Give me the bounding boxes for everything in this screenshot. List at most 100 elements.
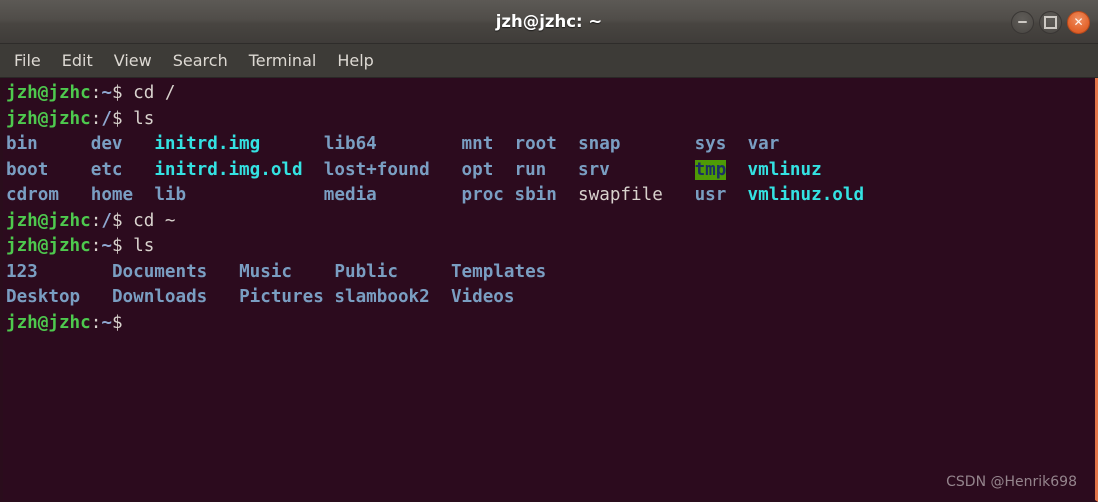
ls-entry: swapfile <box>578 185 663 205</box>
column-gap <box>377 185 462 205</box>
ls-entry: cdrom <box>6 185 59 205</box>
watermark: CSDN @Henrik698 <box>946 474 1077 490</box>
window-title: jzh@jzhc: ~ <box>495 12 603 31</box>
column-gap <box>610 160 695 180</box>
ls-entry: Public <box>334 261 398 282</box>
ls-entry: proc <box>461 185 504 205</box>
column-gap <box>430 287 451 307</box>
terminal-window: jzh@jzhc: ~ ✕ File Edit View Search Term… <box>0 0 1098 502</box>
maximize-icon <box>1040 12 1061 33</box>
prompt-user-host: jzh@jzhc <box>6 210 91 231</box>
terminal-prompt-line: jzh@jzhc:~$ ls <box>6 234 864 260</box>
ls-entry: run <box>514 159 547 180</box>
prompt-symbol: $ <box>111 236 123 256</box>
prompt-user-host: jzh@jzhc <box>6 83 91 103</box>
terminal-output-line: 123 Documents Music Public Templates <box>6 260 864 286</box>
menu-item-file[interactable]: File <box>14 44 41 78</box>
prompt-separator: : <box>90 236 102 256</box>
column-gap <box>59 185 91 205</box>
ls-entry: root <box>514 134 557 154</box>
prompt-cwd: / <box>101 210 112 231</box>
terminal-prompt-line: jzh@jzhc:~$ <box>6 311 864 337</box>
ls-entry: var <box>747 134 780 154</box>
column-gap <box>726 134 747 154</box>
terminal-body[interactable]: jzh@jzhc:~$ cd / jzh@jzhc:/$ ls bin dev in… <box>0 78 1098 502</box>
ls-entry: Desktop <box>6 287 81 307</box>
ls-entry: Documents <box>111 261 208 282</box>
terminal-prompt-line: jzh@jzhc:~$ cd / <box>6 81 864 107</box>
ls-entry: usr <box>694 185 727 205</box>
prompt-cwd: / <box>101 108 112 129</box>
column-gap <box>207 287 239 307</box>
prompt-symbol: $ <box>111 312 123 333</box>
ls-entry: tmp <box>694 159 727 180</box>
column-gap <box>493 160 514 180</box>
title-bar[interactable]: jzh@jzhc: ~ ✕ <box>0 0 1098 44</box>
ls-entry: bin <box>6 134 38 154</box>
ls-entry: Downloads <box>111 287 208 307</box>
column-gap <box>38 134 91 154</box>
terminal-output-line: bin dev initrd.img lib64 mnt root snap s… <box>6 132 864 158</box>
terminal-prompt-line: jzh@jzhc:/$ cd ~ <box>6 209 864 235</box>
terminal-output-line: Desktop Downloads Pictures slambook2 Vid… <box>6 285 864 311</box>
ls-entry: initrd.img.old <box>154 159 303 180</box>
ls-entry: slambook2 <box>334 287 430 307</box>
minimize-icon <box>1012 12 1033 33</box>
column-gap <box>260 134 324 154</box>
prompt-user-host: jzh@jzhc <box>6 236 91 256</box>
close-button[interactable]: ✕ <box>1067 10 1090 34</box>
ls-entry: home <box>90 185 134 205</box>
ls-entry: Videos <box>450 287 515 307</box>
column-gap <box>48 160 90 180</box>
prompt-cwd: ~ <box>101 312 112 333</box>
column-gap <box>726 185 747 205</box>
prompt-symbol: $ <box>111 210 123 231</box>
terminal-output-line: cdrom home lib media proc sbin swapfile … <box>6 183 864 209</box>
ls-entry: mnt <box>461 134 494 154</box>
column-gap <box>430 160 462 180</box>
ls-entry: lost+found <box>323 159 430 180</box>
minimize-button[interactable] <box>1011 10 1034 34</box>
column-gap <box>123 134 155 154</box>
terminal-command: cd ~ <box>122 210 176 231</box>
column-gap <box>726 160 747 180</box>
column-gap <box>123 160 155 180</box>
ls-entry: Music <box>239 261 293 282</box>
menu-item-search[interactable]: Search <box>173 44 228 78</box>
ls-entry: dev <box>90 134 123 154</box>
close-icon: ✕ <box>1073 15 1084 29</box>
column-gap <box>80 287 112 307</box>
terminal-screen: jzh@jzhc:~$ cd / jzh@jzhc:/$ ls bin dev in… <box>6 81 864 336</box>
ls-entry: sys <box>694 134 727 154</box>
ls-entry: boot <box>6 159 49 180</box>
column-gap <box>38 262 112 282</box>
prompt-symbol: $ <box>111 108 123 129</box>
menu-bar: File Edit View Search Terminal Help <box>0 44 1098 78</box>
prompt-cwd: ~ <box>101 236 112 256</box>
terminal-command: ls <box>122 236 155 256</box>
ls-entry: lib64 <box>323 134 377 154</box>
terminal-command: ls <box>122 108 155 129</box>
ls-entry: vmlinuz <box>747 159 822 180</box>
menu-item-help[interactable]: Help <box>337 44 373 78</box>
maximize-button[interactable] <box>1039 10 1062 34</box>
ls-entry: Pictures <box>239 287 324 307</box>
ls-entry: snap <box>578 134 621 154</box>
ls-entry: Templates <box>450 261 547 282</box>
ls-entry: opt <box>461 159 494 180</box>
column-gap <box>324 287 335 307</box>
ls-entry: vmlinuz.old <box>747 185 865 205</box>
ls-entry: etc <box>90 159 123 180</box>
prompt-separator: : <box>90 210 102 231</box>
column-gap <box>546 160 578 180</box>
ls-entry: srv <box>578 159 610 180</box>
menu-item-terminal[interactable]: Terminal <box>249 44 317 78</box>
prompt-separator: : <box>90 108 102 129</box>
prompt-separator: : <box>90 83 102 103</box>
column-gap <box>398 262 451 282</box>
menu-item-edit[interactable]: Edit <box>62 44 93 78</box>
ls-entry: media <box>323 185 377 205</box>
ls-entry: lib <box>154 185 187 205</box>
ls-entry: initrd.img <box>154 134 261 154</box>
menu-item-view[interactable]: View <box>114 44 152 78</box>
